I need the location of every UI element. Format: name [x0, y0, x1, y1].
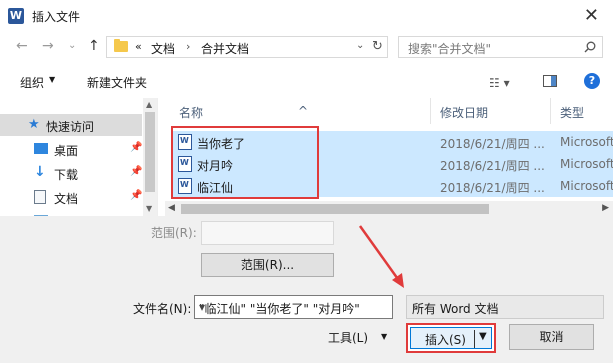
column-header-name[interactable]: 名称 [179, 104, 203, 121]
pin-icon: 📌 [130, 142, 143, 153]
sidebar-item-label: 文档 [54, 192, 79, 206]
chevron-down-icon: ▼ [381, 332, 388, 341]
column-divider[interactable] [430, 98, 431, 124]
scroll-up-icon[interactable]: ▲ [146, 100, 152, 109]
insert-label: 插入(S) [425, 333, 466, 347]
star-icon: ★ [28, 117, 40, 132]
file-date: 2018/6/21/周四 ... [440, 137, 545, 151]
sidebar-item-label: 快速访问 [46, 120, 95, 134]
file-type-select[interactable]: 所有 Word 文档 ⌄ [406, 295, 604, 319]
pin-icon: 📌 [130, 166, 143, 177]
sidebar-item-label: 桌面 [54, 144, 79, 158]
insert-dropdown-icon[interactable]: ▼ [479, 331, 487, 342]
breadcrumb-overflow[interactable]: « [135, 40, 142, 53]
scroll-left-icon[interactable]: ◀ [168, 203, 175, 213]
file-date: 2018/6/21/周四 ... [440, 159, 545, 173]
documents-icon [34, 190, 46, 204]
file-type: Microsoft [560, 135, 613, 149]
file-list-hscrollbar[interactable]: ◀ ▶ [165, 201, 613, 217]
scroll-right-icon[interactable]: ▶ [602, 203, 609, 213]
chevron-down-icon: ⌄ [412, 302, 420, 312]
close-button[interactable]: ✕ [584, 5, 599, 26]
back-arrow-icon[interactable]: ← [16, 38, 28, 54]
breadcrumb-documents[interactable]: 文档 [151, 40, 175, 57]
sidebar-item-label: 下载 [54, 168, 79, 182]
range-label: 范围(R): [151, 226, 197, 240]
split-divider [474, 330, 475, 348]
range-input [201, 221, 334, 245]
navigation-bar: ← → ⌄ ↑ « 文档 › 合并文档 ⌄ ↻ 搜索"合并文档" [0, 32, 613, 62]
cancel-button[interactable]: 取消 [509, 324, 594, 350]
command-toolbar: 组织 ▼ 新建文件夹 ☷ ▾ ? [0, 66, 613, 96]
column-headers: 名称 ^ 修改日期 类型 [165, 98, 613, 124]
forward-arrow-icon[interactable]: → [42, 38, 54, 54]
file-date: 2018/6/21/周四 ... [440, 181, 545, 195]
navigation-pane: ★ 快速访问 桌面 📌 ↓ 下载 📌 文档 📌 图片 ▲ ▼ [0, 98, 158, 230]
chevron-down-icon: ▼ [49, 75, 56, 84]
chevron-down-icon[interactable]: ⌄ [356, 40, 364, 51]
column-header-date[interactable]: 修改日期 [440, 104, 488, 121]
preview-pane-icon[interactable] [543, 75, 557, 87]
breadcrumb-separator: › [186, 40, 191, 53]
window-title: 插入文件 [32, 10, 81, 24]
column-divider[interactable] [550, 98, 551, 124]
up-arrow-icon[interactable]: ↑ [88, 38, 100, 54]
download-icon: ↓ [34, 164, 46, 180]
sidebar-scrollbar[interactable]: ▲ ▼ [143, 98, 157, 216]
title-bar: W 插入文件 ✕ [0, 0, 613, 32]
file-type: Microsoft [560, 157, 613, 171]
sidebar-item-documents[interactable]: 文档 📌 [0, 186, 142, 208]
organize-button[interactable]: 组织 [20, 74, 44, 91]
filename-label: 文件名(N): [133, 302, 192, 316]
recent-locations-icon[interactable]: ⌄ [68, 40, 76, 51]
word-app-icon: W [8, 8, 24, 24]
scrollbar-thumb[interactable] [145, 112, 155, 192]
sidebar-item-quick-access[interactable]: ★ 快速访问 [0, 114, 142, 136]
sidebar-item-downloads[interactable]: ↓ 下载 📌 [0, 162, 142, 184]
search-placeholder: 搜索"合并文档" [408, 42, 492, 56]
desktop-icon [34, 143, 48, 154]
help-icon[interactable]: ? [584, 73, 600, 89]
pin-icon: 📌 [130, 190, 143, 201]
sort-ascending-icon: ^ [298, 104, 309, 118]
tools-button[interactable]: 工具(L) [328, 329, 368, 346]
filename-input[interactable]: "临江仙" "当你老了" "对月吟" ▾ [194, 295, 393, 319]
dialog-footer: 范围(R): 范围(R)... 文件名(N): "临江仙" "当你老了" "对月… [0, 216, 613, 363]
sidebar-item-desktop[interactable]: 桌面 📌 [0, 138, 142, 160]
refresh-icon[interactable]: ↻ [372, 39, 383, 54]
chevron-down-icon[interactable]: ▾ [199, 300, 387, 314]
column-header-type[interactable]: 类型 [560, 104, 584, 121]
search-icon [584, 41, 596, 53]
breadcrumb-merged-docs[interactable]: 合并文档 [201, 40, 249, 57]
address-bar[interactable]: « 文档 › 合并文档 ⌄ ↻ [106, 36, 388, 58]
view-options-icon[interactable]: ☷ ▾ [489, 76, 510, 90]
scrollbar-thumb[interactable] [181, 204, 489, 214]
insert-button[interactable]: 插入(S) ▼ [410, 327, 492, 349]
search-input[interactable]: 搜索"合并文档" [398, 36, 603, 58]
file-type: Microsoft [560, 179, 613, 193]
scroll-down-icon[interactable]: ▼ [146, 204, 152, 213]
selection-highlight-box [171, 126, 319, 199]
folder-icon [114, 39, 128, 52]
range-button[interactable]: 范围(R)... [201, 253, 334, 277]
new-folder-button[interactable]: 新建文件夹 [87, 74, 147, 91]
insert-button-highlight: 插入(S) ▼ [406, 323, 496, 353]
